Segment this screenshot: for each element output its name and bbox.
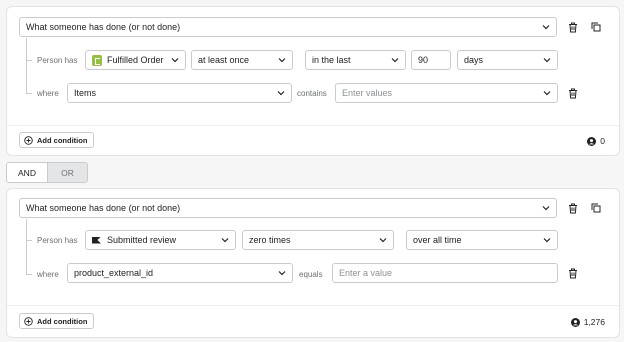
person-has-label: Person has — [37, 236, 78, 245]
chevron-down-icon — [391, 58, 399, 63]
value-select[interactable]: Enter values — [335, 83, 558, 103]
tree-branch — [26, 240, 32, 241]
duplicate-icon — [591, 203, 601, 213]
profile-count: 0 — [587, 136, 605, 146]
property-select[interactable]: product_external_id — [67, 263, 293, 283]
timeframe-number-value: 90 — [418, 55, 429, 65]
add-condition-label: Add condition — [37, 316, 88, 326]
tree-branch — [26, 60, 32, 61]
and-or-toggle: AND OR — [6, 162, 88, 183]
plus-circle-icon — [24, 316, 33, 326]
add-condition-button[interactable]: Add condition — [19, 313, 95, 329]
frequency-select[interactable]: at least once — [191, 50, 293, 70]
timeframe-unit-select[interactable]: days — [457, 50, 558, 70]
value-input[interactable]: Enter a value — [332, 263, 558, 283]
trash-icon — [569, 268, 577, 278]
trash-icon — [569, 88, 577, 98]
frequency-select[interactable]: zero times — [242, 230, 394, 250]
duplicate-icon — [591, 22, 601, 32]
where-label: where — [37, 270, 59, 279]
divider — [7, 125, 619, 126]
tree-branch — [26, 93, 32, 94]
value-placeholder: Enter a value — [339, 268, 393, 278]
add-condition-label: Add condition — [37, 135, 88, 145]
trash-icon — [569, 22, 577, 32]
chevron-down-icon — [379, 238, 387, 243]
profile-count-value: 1,276 — [583, 317, 605, 327]
timeframe-number-input[interactable]: 90 — [411, 50, 451, 70]
delete-block-button[interactable] — [566, 20, 580, 34]
metric-value: Submitted review — [107, 235, 177, 245]
duplicate-block-button[interactable] — [589, 201, 603, 215]
condition-block-2: What someone has done (or not done) Pers… — [6, 188, 620, 338]
chevron-down-icon — [171, 58, 179, 63]
tree-branch — [26, 274, 32, 275]
property-value: product_external_id — [74, 268, 154, 278]
frequency-value: zero times — [249, 235, 291, 245]
timeframe-unit-value: days — [464, 55, 484, 65]
property-value: Items — [74, 88, 97, 98]
condition-type-select[interactable]: What someone has done (or not done) — [19, 17, 557, 37]
metric-value: Fulfilled Order — [107, 55, 164, 65]
metric-select[interactable]: Submitted review — [85, 230, 236, 250]
shopify-icon — [92, 54, 102, 66]
add-condition-button[interactable]: Add condition — [19, 132, 95, 148]
where-label: where — [37, 89, 59, 98]
profile-count: 1,276 — [570, 317, 605, 327]
chevron-down-icon — [221, 238, 229, 243]
or-option[interactable]: OR — [47, 163, 87, 182]
chevron-down-icon — [543, 58, 551, 63]
timeframe-value: over all time — [413, 235, 462, 245]
chevron-down-icon — [542, 206, 550, 211]
chevron-down-icon — [277, 91, 285, 96]
timeframe-select[interactable]: in the last — [305, 50, 406, 70]
operator-label: contains — [297, 89, 327, 98]
property-select[interactable]: Items — [67, 83, 292, 103]
divider — [7, 305, 619, 306]
profile-count-value: 0 — [600, 136, 605, 146]
trash-icon — [569, 203, 577, 213]
review-flag-icon — [92, 236, 101, 244]
user-circle-icon — [587, 136, 597, 146]
frequency-value: at least once — [198, 55, 250, 65]
person-has-label: Person has — [37, 56, 78, 65]
and-option[interactable]: AND — [7, 163, 47, 182]
chevron-down-icon — [278, 58, 286, 63]
delete-condition-button[interactable] — [566, 266, 580, 280]
chevron-down-icon — [542, 25, 550, 30]
delete-condition-button[interactable] — [566, 86, 580, 100]
condition-type-select[interactable]: What someone has done (or not done) — [19, 198, 557, 218]
timeframe-value: in the last — [312, 55, 351, 65]
chevron-down-icon — [543, 91, 551, 96]
timeframe-select[interactable]: over all time — [406, 230, 558, 250]
duplicate-block-button[interactable] — [589, 20, 603, 34]
tree-line — [26, 219, 27, 274]
chevron-down-icon — [543, 238, 551, 243]
plus-circle-icon — [24, 135, 33, 145]
condition-type-value: What someone has done (or not done) — [26, 22, 181, 32]
operator-label: equals — [299, 270, 323, 279]
condition-block-1: What someone has done (or not done) Pers… — [6, 6, 620, 156]
user-circle-icon — [570, 317, 580, 327]
metric-select[interactable]: Fulfilled Order — [85, 50, 186, 70]
condition-type-value: What someone has done (or not done) — [26, 203, 181, 213]
tree-line — [26, 38, 27, 93]
delete-block-button[interactable] — [566, 201, 580, 215]
chevron-down-icon — [278, 271, 286, 276]
value-placeholder: Enter values — [342, 88, 393, 98]
